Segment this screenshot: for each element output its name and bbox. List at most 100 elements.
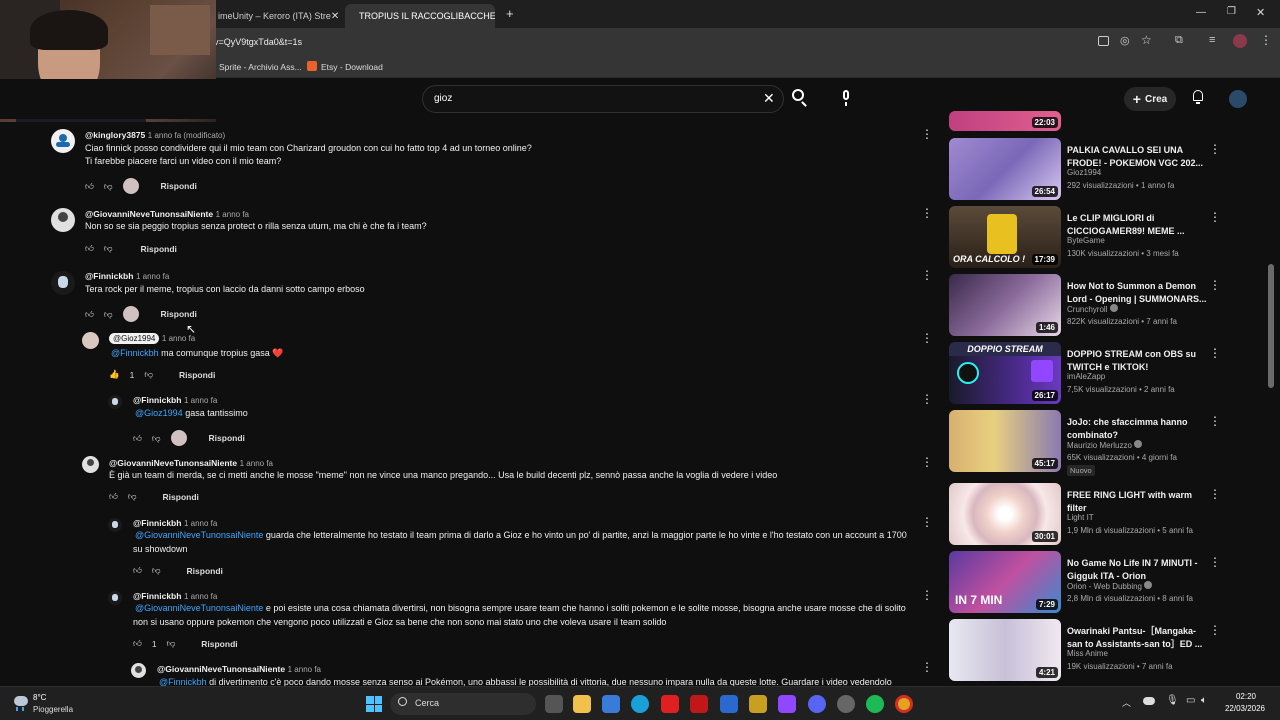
media-control-icon[interactable]: ≡: [1209, 34, 1215, 46]
comment-time[interactable]: 1 anno fa: [184, 519, 217, 528]
mention-link[interactable]: @GiovanniNeveTunonsaiNiente: [135, 530, 263, 540]
browser-tab-tropius[interactable]: TROPIUS IL RACCOGLIBACCHE ✕: [345, 4, 495, 28]
dislike-icon[interactable]: 👎︎: [128, 491, 137, 502]
like-icon[interactable]: 👍︎: [85, 181, 94, 192]
twitch-icon[interactable]: [778, 695, 796, 713]
microphone-icon[interactable]: 🎙︎: [1166, 695, 1179, 706]
video-thumbnail[interactable]: DOPPIO STREAM 26:17: [949, 342, 1061, 404]
cloud-icon[interactable]: [1143, 697, 1155, 705]
reply-button[interactable]: Rispondi: [161, 181, 197, 191]
video-channel[interactable]: Light IT: [1067, 513, 1094, 522]
dislike-icon[interactable]: 👎︎: [152, 565, 161, 576]
edge-icon[interactable]: [631, 695, 649, 713]
dislike-icon[interactable]: 👎︎: [104, 181, 113, 192]
video-item[interactable]: 26:54 PALKIA CAVALLO SEI UNA FRODE! - PO…: [949, 138, 1221, 200]
reply-button[interactable]: Rispondi: [209, 433, 245, 443]
video-channel[interactable]: imAleZapp: [1067, 372, 1105, 381]
video-menu-icon[interactable]: ⋮: [1209, 278, 1221, 292]
video-menu-icon[interactable]: ⋮: [1209, 414, 1221, 428]
dislike-icon[interactable]: 👎︎: [152, 433, 161, 444]
comment-menu-icon[interactable]: ⋮: [921, 660, 933, 674]
dislike-icon[interactable]: 👎︎: [167, 638, 176, 649]
video-item[interactable]: IN 7 MIN 7:29 No Game No Life IN 7 MINUT…: [949, 551, 1221, 613]
install-app-icon[interactable]: [1098, 36, 1109, 46]
avatar[interactable]: [131, 663, 146, 678]
video-menu-icon[interactable]: ⋮: [1209, 487, 1221, 501]
comment-author[interactable]: @kinglory3875: [85, 130, 145, 140]
page-scrollbar[interactable]: [1268, 264, 1274, 388]
comment-author[interactable]: @Finnickbh: [85, 271, 133, 281]
account-avatar[interactable]: [1229, 90, 1247, 108]
like-icon[interactable]: 👍︎: [85, 243, 94, 254]
video-thumbnail[interactable]: 1:46: [949, 274, 1061, 336]
reply-button[interactable]: Rispondi: [141, 244, 177, 254]
bookmark-sprite[interactable]: Sprite - Archivio Ass...: [219, 62, 302, 72]
comment-author[interactable]: @Finnickbh: [133, 395, 181, 405]
obs-icon[interactable]: [837, 695, 855, 713]
search-box[interactable]: gioz ✕: [422, 85, 784, 113]
video-title[interactable]: FREE RING LIGHT with warm filter: [1067, 489, 1207, 515]
comment-time[interactable]: 1 anno fa: [216, 210, 249, 219]
new-tab-button[interactable]: +: [506, 6, 514, 21]
comment-menu-icon[interactable]: ⋮: [921, 455, 933, 469]
maximize-icon[interactable]: ❐: [1227, 6, 1236, 17]
video-channel[interactable]: Gioz1994: [1067, 168, 1101, 177]
video-thumbnail[interactable]: 22:03: [949, 111, 1061, 131]
reply-button[interactable]: Rispondi: [179, 370, 215, 380]
chrome-icon[interactable]: [895, 695, 913, 713]
video-channel[interactable]: Orion - Web Dubbing: [1067, 581, 1153, 591]
search-input[interactable]: gioz: [434, 93, 452, 104]
like-icon[interactable]: 👍︎: [133, 565, 142, 576]
windows-start-icon[interactable]: [366, 696, 382, 712]
game-app-icon[interactable]: [749, 695, 767, 713]
comment-time[interactable]: 1 anno fa: [184, 592, 217, 601]
app-l-icon[interactable]: [661, 695, 679, 713]
store-icon[interactable]: [602, 695, 620, 713]
dislike-icon[interactable]: 👎︎: [104, 309, 113, 320]
avatar[interactable]: [51, 129, 75, 153]
video-thumbnail[interactable]: 45:17: [949, 410, 1061, 472]
clear-search-icon[interactable]: ✕: [763, 90, 775, 107]
video-channel[interactable]: Miss Anime: [1067, 649, 1108, 658]
video-item[interactable]: 22:03: [949, 111, 1219, 133]
reply-button[interactable]: Rispondi: [163, 492, 199, 502]
video-menu-icon[interactable]: ⋮: [1209, 142, 1221, 156]
weather-icon[interactable]: [12, 694, 30, 712]
comment-menu-icon[interactable]: ⋮: [921, 127, 933, 141]
creator-badge[interactable]: @Gioz1994: [109, 333, 160, 344]
volume-icon[interactable]: 🔈︎: [1201, 695, 1207, 706]
avatar[interactable]: [108, 518, 122, 532]
create-button[interactable]: + Crea: [1124, 87, 1176, 111]
file-explorer-icon[interactable]: [573, 695, 591, 713]
like-filled-icon[interactable]: 👍: [109, 369, 120, 380]
video-title[interactable]: No Game No Life IN 7 MINUTI - Gigguk ITA…: [1067, 557, 1207, 583]
mail-icon[interactable]: [720, 695, 738, 713]
avatar[interactable]: [51, 271, 75, 295]
video-thumbnail[interactable]: 26:54: [949, 138, 1061, 200]
mention-link[interactable]: @Gioz1994: [135, 408, 183, 418]
video-item[interactable]: 1:46 How Not to Summon a Demon Lord - Op…: [949, 274, 1221, 336]
comment-menu-icon[interactable]: ⋮: [921, 588, 933, 602]
video-title[interactable]: Le CLIP MIGLIORI di CICCIOGAMER89! MEME …: [1067, 212, 1207, 238]
comment-menu-icon[interactable]: ⋮: [921, 515, 933, 529]
mention-link[interactable]: @GiovanniNeveTunonsaiNiente: [135, 603, 263, 613]
video-channel[interactable]: ByteGame: [1067, 236, 1105, 245]
extensions-icon[interactable]: ⧉: [1175, 34, 1183, 47]
comment-time[interactable]: 1 anno fa (modificato): [148, 131, 225, 140]
browser-menu-icon[interactable]: ⋮: [1260, 33, 1272, 47]
video-thumbnail[interactable]: IN 7 MIN 7:29: [949, 551, 1061, 613]
video-title[interactable]: DOPPIO STREAM con OBS su TWITCH e TIKTOK…: [1067, 348, 1207, 374]
comment-time[interactable]: 1 anno fa: [136, 272, 169, 281]
comment-time[interactable]: 1 anno fa: [240, 459, 273, 468]
chevron-up-icon[interactable]: ︿: [1122, 696, 1131, 709]
comment-author[interactable]: @Finnickbh: [133, 591, 181, 601]
video-title[interactable]: PALKIA CAVALLO SEI UNA FRODE! - POKEMON …: [1067, 144, 1207, 170]
close-window-icon[interactable]: ✕: [1256, 6, 1265, 19]
bookmark-etsy[interactable]: Etsy - Download: [321, 62, 383, 72]
video-thumbnail[interactable]: 30:01: [949, 483, 1061, 545]
comment-menu-icon[interactable]: ⋮: [921, 392, 933, 406]
comment-author[interactable]: @Finnickbh: [133, 518, 181, 528]
task-view-icon[interactable]: [545, 695, 563, 713]
taskbar-search[interactable]: Cerca: [390, 693, 536, 715]
comment-menu-icon[interactable]: ⋮: [921, 331, 933, 345]
